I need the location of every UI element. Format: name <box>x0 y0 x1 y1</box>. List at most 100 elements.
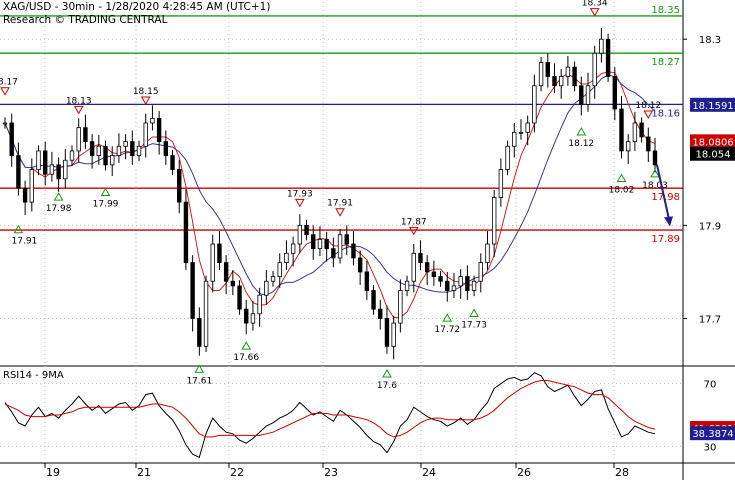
candle-body <box>96 145 102 156</box>
swing-low-label: 18.03 <box>642 181 668 191</box>
price-tick-label: 17.7 <box>699 314 721 325</box>
candle-body <box>22 187 28 203</box>
candle-body <box>445 280 450 291</box>
time-tick-label: 24 <box>422 466 436 479</box>
swing-low-marker <box>53 192 64 201</box>
swing-low-label: 17.66 <box>233 353 259 363</box>
candle-body <box>16 155 21 189</box>
candle-body <box>357 257 363 273</box>
swing-high-label: 17.91 <box>327 199 353 209</box>
candle-body <box>384 318 390 347</box>
candle-body <box>371 290 376 310</box>
candle-body <box>512 131 517 147</box>
candle-body <box>250 313 256 324</box>
candle-body <box>244 308 249 324</box>
candle-body <box>391 322 396 347</box>
time-tick-label: 28 <box>615 466 629 479</box>
candle-body <box>331 248 336 259</box>
candle-body <box>297 224 303 245</box>
candle-body <box>143 122 148 147</box>
swing-high-marker <box>408 226 419 236</box>
candle-body <box>572 66 577 87</box>
candle-body <box>69 150 75 161</box>
candle-body <box>264 280 269 296</box>
candle-body <box>237 285 242 310</box>
rsi-series-9ma <box>4 380 656 438</box>
swing-high-marker <box>589 8 600 17</box>
candle-body <box>150 117 155 124</box>
swing-low-marker <box>576 126 587 136</box>
candle-body <box>36 150 41 170</box>
candle-body <box>424 262 430 273</box>
candle-body <box>49 164 55 175</box>
candle-body <box>431 271 437 277</box>
candle-body <box>599 38 604 54</box>
candle-body <box>491 197 497 245</box>
candle-body <box>324 238 329 250</box>
swing-high-label: 18.15 <box>133 87 159 97</box>
candle-body <box>558 76 564 87</box>
candle-body <box>498 169 504 198</box>
candle-body <box>63 159 68 180</box>
candle-body <box>277 262 282 277</box>
candle-body <box>210 243 215 282</box>
candle-body <box>136 145 142 156</box>
swing-low-label: 17.6 <box>377 381 397 391</box>
candle-body <box>652 150 658 166</box>
swing-high-label: 18.17 <box>0 78 18 88</box>
candle-body <box>592 52 597 87</box>
swing-low-label: 17.73 <box>461 321 487 331</box>
candle-body <box>304 224 309 236</box>
swing-low-marker <box>469 308 479 317</box>
price-tick-label: 17.9 <box>699 221 721 232</box>
candle-body <box>43 150 48 175</box>
candle-body <box>284 252 289 264</box>
rsi-series-rsi14 <box>4 372 656 458</box>
swing-low-marker <box>616 173 627 183</box>
candle-body <box>203 280 209 347</box>
candle-body <box>545 62 550 77</box>
swing-low-label: 18.12 <box>568 139 594 149</box>
chart-title: XAG/USD - 30min - 1/28/2020 4:28:45 AM (… <box>3 1 271 13</box>
candle-body <box>290 243 296 254</box>
resistance-label: 18.35 <box>651 5 680 16</box>
time-tick-label: 23 <box>324 466 338 479</box>
swing-high-label: 17.93 <box>287 189 313 199</box>
swing-high-marker <box>294 198 305 208</box>
candle-body <box>471 280 477 291</box>
candle-body <box>110 155 115 166</box>
chart-subtitle: Research © TRADING CENTRAL <box>3 14 168 26</box>
swing-low-marker <box>13 224 24 234</box>
price-badge-label: 18.0806 <box>692 137 733 148</box>
swing-high-marker <box>0 87 10 96</box>
rsi-tick-label: 30 <box>704 442 717 453</box>
candle-body <box>451 285 457 291</box>
swing-low-label: 17.99 <box>93 200 119 210</box>
candle-body <box>565 66 571 77</box>
candle-body <box>311 234 316 250</box>
rsi-title: RSI14 - 9MA <box>3 370 64 381</box>
swing-high-label: 17.87 <box>401 217 427 227</box>
candle-body <box>525 122 530 133</box>
time-tick-label: 21 <box>137 466 151 479</box>
rsi-tick-label: 70 <box>704 380 717 391</box>
candle-body <box>404 280 410 291</box>
candle-body <box>190 262 195 319</box>
candle-body <box>411 252 416 282</box>
candle-body <box>465 276 470 291</box>
candle-body <box>619 108 624 152</box>
candle-body <box>418 252 423 264</box>
swing-low-marker <box>241 341 252 350</box>
time-tick-label: 26 <box>517 466 531 479</box>
candle-body <box>538 62 544 87</box>
candle-body <box>579 85 584 105</box>
swing-low-label: 17.98 <box>46 204 72 214</box>
candle-body <box>639 122 644 138</box>
swing-high-label: 18.13 <box>66 96 92 106</box>
candle-body <box>56 164 61 180</box>
rsi-badge-label: 38.3874 <box>692 429 733 440</box>
candle-body <box>552 76 557 87</box>
candle-body <box>170 155 175 170</box>
candle-body <box>230 280 236 287</box>
candle-body <box>505 145 510 170</box>
